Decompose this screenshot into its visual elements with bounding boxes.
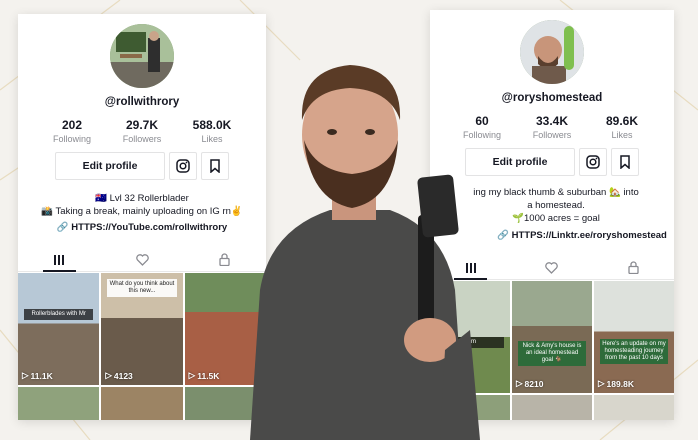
- play-icon: ▷: [188, 370, 196, 380]
- stat-label: Followers: [532, 130, 572, 140]
- bio-link-text: HTTPS://Linktr.ee/roryshomestead: [511, 230, 667, 241]
- instagram-icon: [176, 159, 190, 173]
- instagram-button[interactable]: [579, 148, 607, 176]
- edit-profile-button[interactable]: Edit profile: [55, 152, 165, 180]
- lock-icon: [628, 261, 639, 274]
- username: @rollwithrory: [104, 96, 180, 108]
- tab-videos[interactable]: [18, 248, 101, 272]
- stat-value: 89.6K: [605, 114, 639, 128]
- stat-label: Likes: [611, 130, 633, 140]
- video-grid: Rollerblades with Mr ▷ 11.1K What do you …: [18, 273, 266, 420]
- avatar[interactable]: [110, 24, 174, 88]
- tab-private[interactable]: [593, 256, 674, 279]
- video-caption: Here's an update on my homesteading jour…: [600, 339, 668, 364]
- tab-liked[interactable]: [101, 248, 184, 271]
- video-caption: What do you think about this new...: [107, 279, 177, 297]
- video-thumbnail[interactable]: Here's an update on my homesteading jour…: [594, 281, 674, 393]
- view-count-text: 11.1K: [30, 370, 53, 381]
- instagram-button[interactable]: [169, 152, 197, 180]
- bookmark-button[interactable]: [611, 148, 639, 176]
- bio-line: 🇦🇺 Lvl 32 Rollerblader: [95, 193, 189, 204]
- video-thumbnail[interactable]: [101, 387, 183, 420]
- play-icon: ▷: [105, 370, 112, 380]
- video-caption: Nick & Amy's house is an ideal homestead…: [518, 341, 586, 366]
- link-icon: 🔗: [497, 230, 512, 241]
- video-thumbnail[interactable]: [512, 395, 592, 420]
- grid-icon: [54, 254, 65, 265]
- video-thumbnail[interactable]: What do you think about this new... ▷ 412…: [101, 273, 183, 385]
- view-count-text: 11.5K: [197, 370, 220, 381]
- stat-label: Likes: [201, 134, 223, 144]
- stat-value: 33.4K: [535, 114, 569, 128]
- stat-value: 29.7K: [125, 118, 159, 132]
- view-count-text: 189.8K: [606, 378, 634, 389]
- profile-stats: 202 Following 29.7K Followers 588.0K Lik…: [18, 118, 266, 144]
- heart-icon: [545, 261, 559, 274]
- profile-card-rollwithrory: @rollwithrory 202 Following 29.7K Follow…: [18, 14, 266, 420]
- bio-line: 📸 Taking a break, mainly uploading on IG…: [41, 206, 243, 217]
- creator-photo: [250, 65, 480, 440]
- view-count: ▷ 189.8K: [598, 378, 634, 389]
- stat-value: 202: [61, 118, 83, 132]
- video-thumbnail[interactable]: Nick & Amy's house is an ideal homestead…: [512, 281, 592, 393]
- view-count: ▷ 11.5K: [189, 370, 220, 381]
- lock-icon: [219, 253, 230, 266]
- play-icon: ▷: [516, 378, 523, 388]
- bookmark-button[interactable]: [201, 152, 229, 180]
- stat-following[interactable]: 202 Following: [44, 118, 100, 144]
- tab-liked[interactable]: [511, 256, 592, 279]
- stat-value: 588.0K: [192, 118, 232, 132]
- stat-likes: 89.6K Likes: [594, 114, 650, 140]
- avatar[interactable]: [520, 20, 584, 84]
- view-count: ▷ 11.1K: [22, 370, 53, 381]
- bookmark-icon: [210, 159, 220, 173]
- bio: 🇦🇺 Lvl 32 Rollerblader 📸 Taking a break,…: [18, 192, 266, 218]
- video-thumbnail[interactable]: [594, 395, 674, 420]
- view-count-text: 4123: [113, 370, 133, 381]
- stat-label: Followers: [122, 134, 162, 144]
- instagram-icon: [586, 155, 600, 169]
- stat-label: Following: [52, 134, 92, 144]
- profile-actions: Edit profile: [18, 152, 266, 180]
- profile-tabs: [18, 248, 266, 272]
- stat-likes: 588.0K Likes: [184, 118, 240, 144]
- bio-link[interactable]: 🔗 HTTPS://YouTube.com/rollwithrory: [18, 222, 266, 233]
- heart-icon: [135, 253, 149, 266]
- bookmark-icon: [620, 155, 630, 169]
- play-icon: ▷: [22, 370, 29, 380]
- stat-followers[interactable]: 33.4K Followers: [524, 114, 580, 140]
- video-thumbnail[interactable]: [18, 387, 100, 420]
- view-count-text: 8210: [524, 378, 544, 389]
- video-thumbnail[interactable]: Rollerblades with Mr ▷ 11.1K: [18, 273, 100, 385]
- stat-followers[interactable]: 29.7K Followers: [114, 118, 170, 144]
- view-count: ▷ 8210: [516, 378, 543, 389]
- bio-link[interactable]: 🔗 HTTPS://Linktr.ee/roryshomestead: [460, 230, 674, 241]
- view-count: ▷ 4123: [105, 370, 132, 381]
- play-icon: ▷: [598, 378, 605, 388]
- edit-profile-button[interactable]: Edit profile: [465, 148, 575, 176]
- link-icon: 🔗: [56, 222, 72, 233]
- bio-link-text: HTTPS://YouTube.com/rollwithrory: [71, 222, 228, 233]
- video-caption: Rollerblades with Mr: [24, 309, 94, 320]
